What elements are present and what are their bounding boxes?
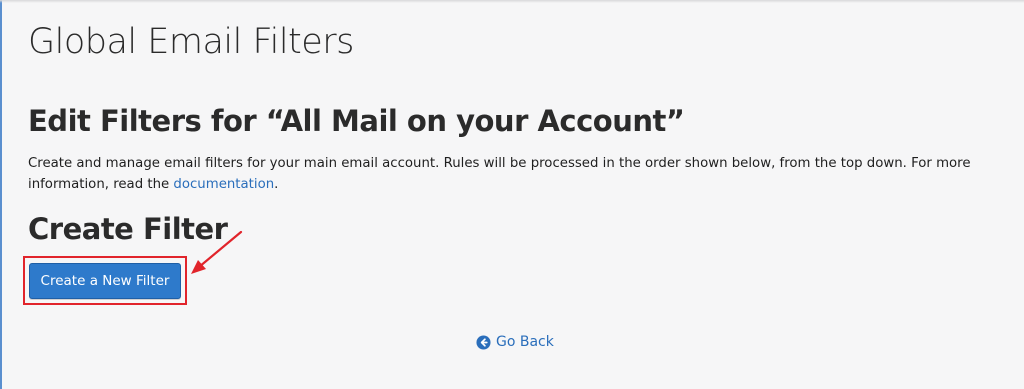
- window-left-edge: [0, 0, 2, 389]
- edit-filters-description: Create and manage email filters for your…: [28, 153, 988, 195]
- top-shadow: [0, 0, 1024, 3]
- go-back-link[interactable]: Go Back: [476, 334, 554, 350]
- description-suffix: .: [274, 177, 279, 192]
- description-text: Create and manage email filters for your…: [28, 156, 971, 192]
- create-new-filter-button[interactable]: Create a New Filter: [29, 263, 181, 299]
- page-title: Global Email Filters: [28, 22, 354, 62]
- edit-filters-heading: Edit Filters for “All Mail on your Accou…: [28, 104, 685, 138]
- arrow-circle-left-icon: [476, 334, 491, 350]
- annotation-arrow-icon: [191, 230, 243, 274]
- go-back-label: Go Back: [496, 334, 554, 350]
- documentation-link[interactable]: documentation: [173, 177, 274, 192]
